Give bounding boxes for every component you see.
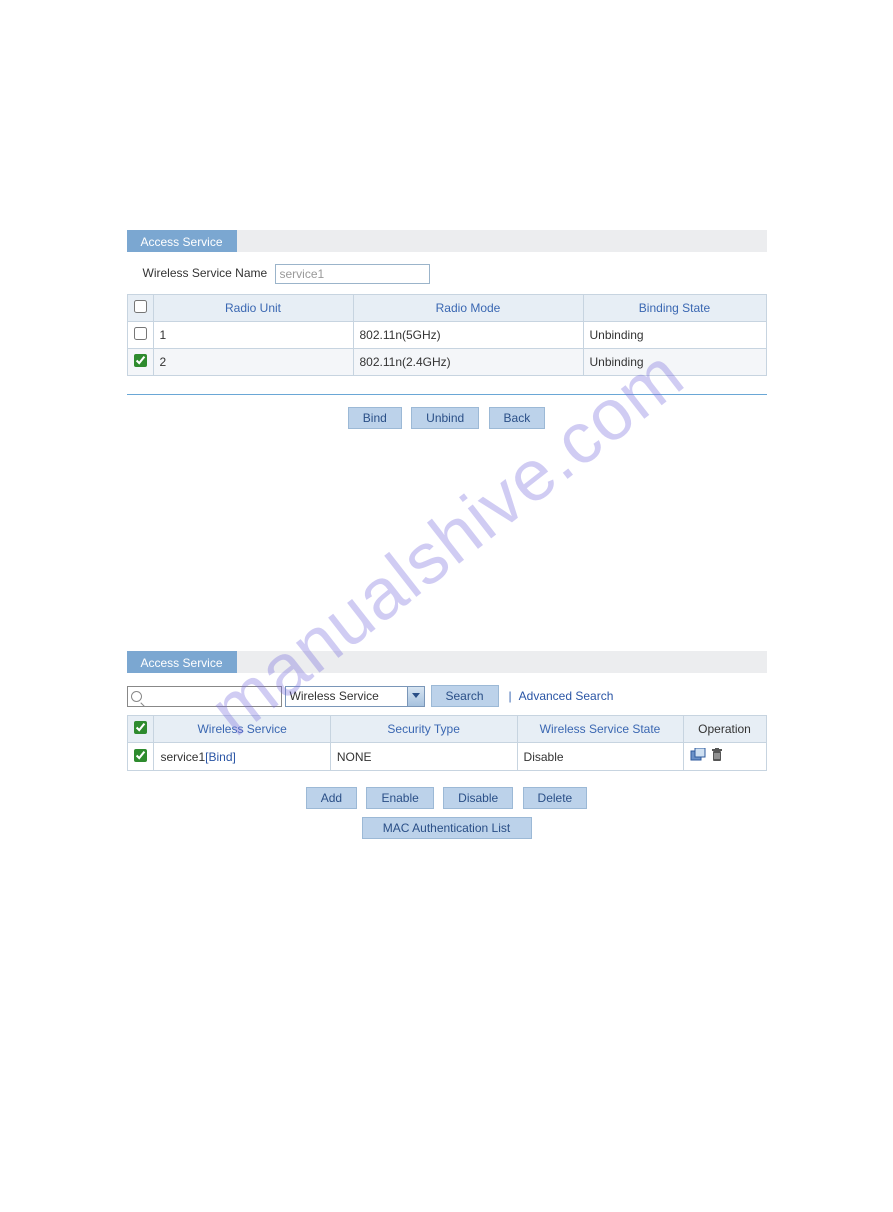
delete-button[interactable]: Delete bbox=[523, 787, 588, 809]
bind-link[interactable]: [Bind] bbox=[205, 750, 236, 764]
select-all-header bbox=[127, 295, 153, 322]
mac-auth-button[interactable]: MAC Authentication List bbox=[362, 817, 532, 839]
col-binding-state[interactable]: Binding State bbox=[583, 295, 766, 322]
col-service-state[interactable]: Wireless Service State bbox=[517, 716, 683, 743]
action-button-row: Add Enable Disable Delete MAC Authentica… bbox=[127, 785, 767, 841]
cell-operation bbox=[683, 743, 766, 771]
tab-bar: Access Service bbox=[127, 651, 767, 673]
cell-binding-state: Unbinding bbox=[583, 349, 766, 376]
cell-service-state: Disable bbox=[517, 743, 683, 771]
disable-button[interactable]: Disable bbox=[443, 787, 513, 809]
unbind-button[interactable]: Unbind bbox=[411, 407, 479, 429]
row-checkbox[interactable] bbox=[134, 354, 147, 367]
cell-service-name: service1[Bind] bbox=[154, 743, 330, 771]
col-operation: Operation bbox=[683, 716, 766, 743]
search-bar: Wireless Service Search | Advanced Searc… bbox=[127, 683, 767, 709]
back-button[interactable]: Back bbox=[489, 407, 546, 429]
delete-icon[interactable] bbox=[711, 748, 723, 765]
access-service-bind-panel: Access Service Wireless Service Name Rad… bbox=[127, 230, 767, 431]
col-wireless-service[interactable]: Wireless Service bbox=[154, 716, 330, 743]
select-all-header bbox=[127, 716, 154, 743]
table-row: 2 802.11n(2.4GHz) Unbinding bbox=[127, 349, 766, 376]
service-name-row: Wireless Service Name bbox=[127, 252, 767, 294]
cell-radio-mode: 802.11n(5GHz) bbox=[353, 322, 583, 349]
cell-binding-state: Unbinding bbox=[583, 322, 766, 349]
separator bbox=[127, 394, 767, 395]
bind-button[interactable]: Bind bbox=[348, 407, 402, 429]
add-button[interactable]: Add bbox=[306, 787, 357, 809]
table-row: 1 802.11n(5GHz) Unbinding bbox=[127, 322, 766, 349]
cell-radio-unit: 1 bbox=[153, 322, 353, 349]
tab-access-service[interactable]: Access Service bbox=[127, 230, 237, 252]
tab-bar: Access Service bbox=[127, 230, 767, 252]
service-name-input[interactable] bbox=[275, 264, 430, 284]
col-security-type[interactable]: Security Type bbox=[330, 716, 517, 743]
enable-button[interactable]: Enable bbox=[366, 787, 433, 809]
row-checkbox[interactable] bbox=[134, 327, 147, 340]
advanced-search-link[interactable]: Advanced Search bbox=[519, 689, 614, 703]
edit-icon[interactable] bbox=[690, 748, 706, 765]
select-value: Wireless Service bbox=[290, 689, 379, 703]
chevron-down-icon bbox=[407, 687, 424, 706]
service-table: Wireless Service Security Type Wireless … bbox=[127, 715, 767, 771]
cell-radio-mode: 802.11n(2.4GHz) bbox=[353, 349, 583, 376]
bind-button-row: Bind Unbind Back bbox=[127, 405, 767, 431]
service-name-label: Wireless Service Name bbox=[135, 266, 275, 282]
search-icon bbox=[131, 691, 142, 702]
tab-access-service[interactable]: Access Service bbox=[127, 651, 237, 673]
cell-security-type: NONE bbox=[330, 743, 517, 771]
separator-pipe: | bbox=[505, 689, 516, 703]
select-all-checkbox[interactable] bbox=[134, 721, 147, 734]
service-name-text: service1 bbox=[160, 750, 205, 764]
search-input[interactable] bbox=[127, 686, 282, 707]
col-radio-mode[interactable]: Radio Mode bbox=[353, 295, 583, 322]
cell-radio-unit: 2 bbox=[153, 349, 353, 376]
select-all-checkbox[interactable] bbox=[134, 300, 147, 313]
radio-table: Radio Unit Radio Mode Binding State 1 80… bbox=[127, 294, 767, 376]
table-row: service1[Bind] NONE Disable bbox=[127, 743, 766, 771]
search-button[interactable]: Search bbox=[431, 685, 499, 707]
search-field-select[interactable]: Wireless Service bbox=[285, 686, 425, 707]
row-checkbox[interactable] bbox=[134, 749, 147, 762]
access-service-list-panel: Access Service Wireless Service Search |… bbox=[127, 651, 767, 841]
col-radio-unit[interactable]: Radio Unit bbox=[153, 295, 353, 322]
